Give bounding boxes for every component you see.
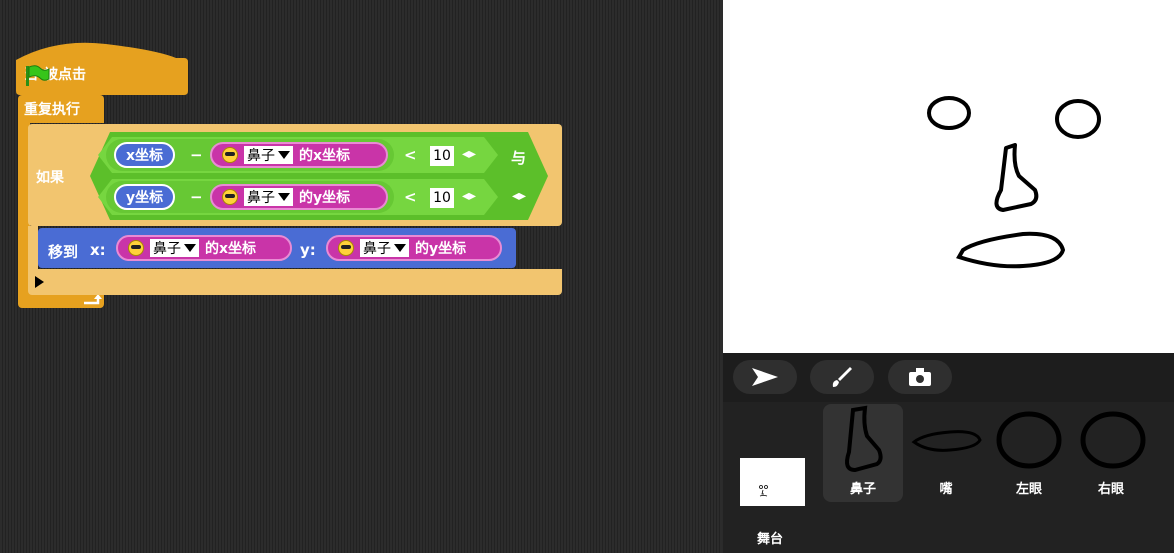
less-than-sign-1: < [404, 146, 417, 164]
sprite-prop-label: 的y坐标 [415, 241, 467, 257]
sprite-dropdown-value: 鼻子 [247, 190, 275, 206]
sprite-name-right-eye: 右眼 [1097, 482, 1124, 497]
right-eye-sprite [1055, 99, 1101, 139]
sprite-prop-label: 的x坐标 [205, 241, 257, 257]
when-flag-clicked-block[interactable]: 当 被点击 [16, 38, 188, 95]
eye-circle-icon [996, 411, 1062, 469]
sprite-emoji-icon [338, 240, 354, 256]
stage-thumbnail[interactable] [740, 458, 805, 506]
dropdown-arrow-icon [278, 193, 290, 201]
sprite-icon-nose[interactable]: 鼻子 [823, 404, 903, 502]
sprite-name-mouth: 嘴 [939, 482, 953, 497]
arity-arrows-icon-2[interactable]: ◂▸ [462, 188, 476, 204]
script-area[interactable]: 当 被点击 重复执行 如果 与 x坐标 − 鼻子 [0, 0, 722, 553]
less-than-sign-2: < [404, 188, 417, 206]
sprite-emoji-icon [128, 240, 144, 256]
camera-icon [909, 368, 931, 386]
new-turtle-button[interactable] [733, 360, 797, 394]
stage[interactable] [723, 0, 1174, 353]
left-eye-sprite [927, 96, 971, 130]
goto-label: 移到 [48, 243, 79, 261]
if-arm [28, 226, 38, 272]
dropdown-arrow-icon [184, 244, 196, 252]
x-position-reporter[interactable]: x坐标 [114, 142, 176, 168]
sprite-prop-label: 的y坐标 [299, 190, 351, 206]
minus-sign-2: − [190, 188, 203, 206]
dropdown-arrow-icon [278, 151, 290, 159]
sprite-emoji-icon [222, 189, 238, 205]
y-position-label: y坐标 [126, 190, 164, 206]
and-label: 与 [511, 149, 527, 167]
sprite-dropdown-value: 鼻子 [153, 241, 181, 257]
sprite-name-nose: 鼻子 [849, 482, 876, 497]
hat-label-clicked: 被点击 [44, 67, 86, 83]
minus-sign-1: − [190, 146, 203, 164]
goto-x-label: x: [90, 241, 106, 259]
if-foot [28, 269, 562, 295]
mouth-drawing-icon [911, 430, 982, 452]
sprite-dropdown-value: 鼻子 [247, 148, 275, 164]
sprite-dropdown-value: 鼻子 [363, 241, 391, 257]
sprite-dropdown[interactable]: 鼻子 [360, 239, 409, 257]
y-position-reporter[interactable]: y坐标 [114, 184, 176, 210]
sprite-dropdown[interactable]: 鼻子 [244, 146, 293, 164]
if-label: 如果 [36, 170, 64, 186]
mouth-sprite [956, 231, 1066, 269]
and-arity-arrows-icon[interactable]: ◂▸ [512, 188, 526, 204]
goto-x-reporter[interactable]: 鼻子 的x坐标 [116, 235, 292, 261]
x-position-label: x坐标 [126, 148, 164, 164]
goto-y-label: y: [300, 241, 316, 259]
arity-arrows-icon-1[interactable]: ◂▸ [462, 146, 476, 162]
stage-thumb-drawing [759, 485, 768, 497]
paint-new-sprite-button[interactable] [810, 360, 874, 394]
paintbrush-icon [832, 367, 852, 387]
sprite-dropdown[interactable]: 鼻子 [150, 239, 199, 257]
forever-label: 重复执行 [24, 102, 80, 118]
stage-canvas [927, 96, 1101, 269]
sprite-icon-right-eye[interactable]: 右眼 [1071, 404, 1151, 502]
stage-label: 舞台 [757, 532, 784, 547]
if-end-marker-icon [35, 276, 44, 288]
sprite-emoji-icon [222, 147, 238, 163]
camera-sprite-button[interactable] [888, 360, 952, 394]
eye-circle-icon [1080, 411, 1146, 469]
goto-y-reporter[interactable]: 鼻子 的y坐标 [326, 235, 502, 261]
threshold-input-2[interactable]: 10 [430, 188, 454, 208]
sprite-dropdown[interactable]: 鼻子 [244, 188, 293, 206]
forever-block[interactable]: 重复执行 [18, 95, 104, 123]
sprite-icon-mouth[interactable]: 嘴 [906, 404, 986, 502]
y-of-sprite-reporter[interactable]: 鼻子 的y坐标 [210, 184, 388, 210]
dropdown-arrow-icon [394, 244, 406, 252]
sprite-icon-left-eye[interactable]: 左眼 [989, 404, 1069, 502]
green-flag-icon[interactable] [24, 64, 50, 86]
nose-sprite [994, 143, 1039, 212]
turtle-arrow-icon [752, 368, 778, 386]
x-of-sprite-reporter[interactable]: 鼻子 的x坐标 [210, 142, 388, 168]
sprite-prop-label: 的x坐标 [299, 148, 351, 164]
sprite-name-left-eye: 左眼 [1015, 482, 1042, 497]
threshold-input-1[interactable]: 10 [430, 146, 454, 166]
nose-drawing-icon [845, 405, 883, 473]
loop-arrow-icon [84, 294, 102, 305]
